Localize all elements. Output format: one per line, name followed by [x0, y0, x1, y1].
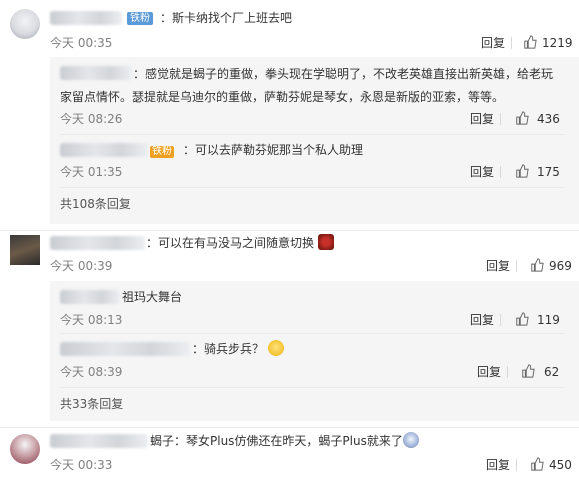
reply-text: ：可以去萨勒芬妮那当个私人助理 [183, 143, 364, 157]
divider [507, 366, 508, 378]
divider [500, 113, 501, 125]
comment-text: ：可以在有马没马之间随意切换 [146, 234, 334, 252]
like-count: 62 [544, 365, 560, 379]
reply-time: 今天 08:26 [60, 112, 123, 126]
reply-divider [60, 333, 565, 334]
more-replies-link[interactable]: 共33条回复 [60, 396, 123, 412]
avatar[interactable] [10, 235, 40, 265]
like-count: 450 [549, 458, 572, 472]
emoji-icon [402, 432, 419, 448]
reply-text: ：骑兵步兵？ [192, 340, 284, 358]
thumbs-up-icon[interactable] [515, 312, 529, 326]
reply-button[interactable]: 回复 [477, 364, 501, 380]
like-count: 969 [549, 259, 572, 273]
divider [516, 260, 517, 272]
reply-divider [60, 187, 565, 188]
reply-time: 今天 08:13 [60, 313, 123, 327]
username-blurred[interactable] [50, 434, 148, 448]
reply-button[interactable]: 回复 [481, 35, 505, 51]
divider [511, 37, 512, 49]
username-blurred[interactable] [50, 236, 145, 250]
reply-button[interactable]: 回复 [486, 258, 510, 274]
avatar[interactable] [10, 434, 40, 464]
reply-divider [60, 387, 565, 388]
comment-text: 蝎子：琴女Plus仿佛还在昨天，蝎子Plus就来了 [150, 432, 419, 450]
reply-divider [60, 134, 565, 135]
divider [500, 314, 501, 326]
comment-time: 今天 00:39 [50, 259, 113, 273]
thumbs-up-icon[interactable] [521, 364, 535, 378]
username-blurred[interactable] [50, 11, 122, 25]
reply-button[interactable]: 回复 [470, 164, 494, 180]
reply-button[interactable]: 回复 [470, 111, 494, 127]
reply-time: 今天 01:35 [60, 165, 123, 179]
like-count: 175 [537, 165, 560, 179]
reply-button[interactable]: 回复 [470, 312, 494, 328]
emoji-icon [267, 340, 284, 356]
reply-time: 今天 08:39 [60, 365, 123, 379]
thumbs-up-icon[interactable] [515, 164, 529, 178]
like-count: 1219 [542, 36, 573, 50]
more-replies-link[interactable]: 共108条回复 [60, 196, 131, 212]
username-blurred[interactable] [60, 342, 190, 356]
reply-button[interactable]: 回复 [486, 457, 510, 473]
comment-time: 今天 00:33 [50, 458, 113, 472]
thumbs-up-icon[interactable] [515, 111, 529, 125]
divider [516, 459, 517, 471]
fan-badge: 铁粉 [150, 146, 174, 158]
thumbs-up-icon[interactable] [530, 457, 544, 471]
comment-divider [0, 230, 579, 231]
username-blurred[interactable] [60, 143, 148, 157]
comment-time: 今天 00:35 [50, 36, 113, 50]
reply-text: 家留点情怀。瑟提就是乌迪尔的重做，萨勒芬妮是琴女，永恩是新版的亚索，等等。 [60, 90, 505, 104]
username-blurred[interactable] [60, 66, 132, 80]
like-count: 119 [537, 313, 560, 327]
reply-text: 祖玛大舞台 [122, 290, 183, 304]
fan-badge: 铁粉 [127, 9, 153, 27]
reply-text: ：感觉就是蝎子的重做，拳头现在学聪明了，不改老英雄直接出新英雄，给老玩 [133, 67, 554, 81]
comment-divider [0, 427, 579, 428]
username-blurred[interactable] [60, 290, 120, 304]
like-count: 436 [537, 112, 560, 126]
comment-text: ：斯卡纳找个厂上班去吧 [160, 11, 293, 25]
emoji-icon [317, 234, 334, 250]
divider [500, 166, 501, 178]
thumbs-up-icon[interactable] [523, 35, 537, 49]
thumbs-up-icon[interactable] [530, 258, 544, 272]
avatar[interactable] [10, 9, 40, 39]
